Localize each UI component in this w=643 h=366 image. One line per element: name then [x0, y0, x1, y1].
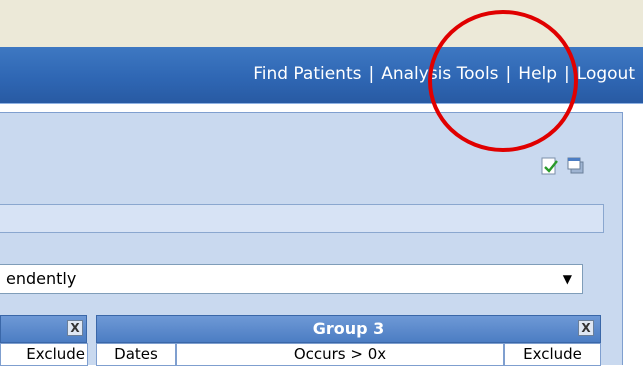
dates-label: Dates — [114, 345, 158, 363]
close-icon[interactable]: X — [67, 320, 83, 336]
query-name-field[interactable] — [0, 204, 604, 233]
group-3-exclude-header[interactable]: Exclude — [504, 343, 601, 366]
group-3-header: Group 3 X — [96, 315, 601, 343]
nav-link-find-patients[interactable]: Find Patients — [253, 64, 361, 84]
close-icon[interactable]: X — [578, 320, 594, 336]
nav-separator: | — [368, 64, 375, 84]
group-3-occurs-header[interactable]: Occurs > 0x — [176, 343, 504, 366]
group-3-title: Group 3 — [312, 319, 385, 338]
highlight-circle — [428, 10, 578, 152]
window-icon[interactable] — [567, 157, 585, 175]
exclude-label: Exclude — [26, 345, 85, 363]
check-document-icon[interactable] — [541, 157, 559, 175]
constraint-dropdown[interactable]: endently ▼ — [0, 264, 583, 294]
group-2-exclude-header[interactable]: Exclude — [0, 343, 88, 366]
group-3-dates-header[interactable]: Dates — [96, 343, 176, 366]
group-2-header: X — [0, 315, 87, 343]
dropdown-arrow-icon[interactable]: ▼ — [563, 265, 572, 293]
occurs-label: Occurs > 0x — [293, 345, 387, 363]
exclude-label: Exclude — [523, 345, 582, 363]
nav-link-logout[interactable]: Logout — [577, 64, 635, 84]
dropdown-selected-value: endently — [6, 269, 77, 288]
